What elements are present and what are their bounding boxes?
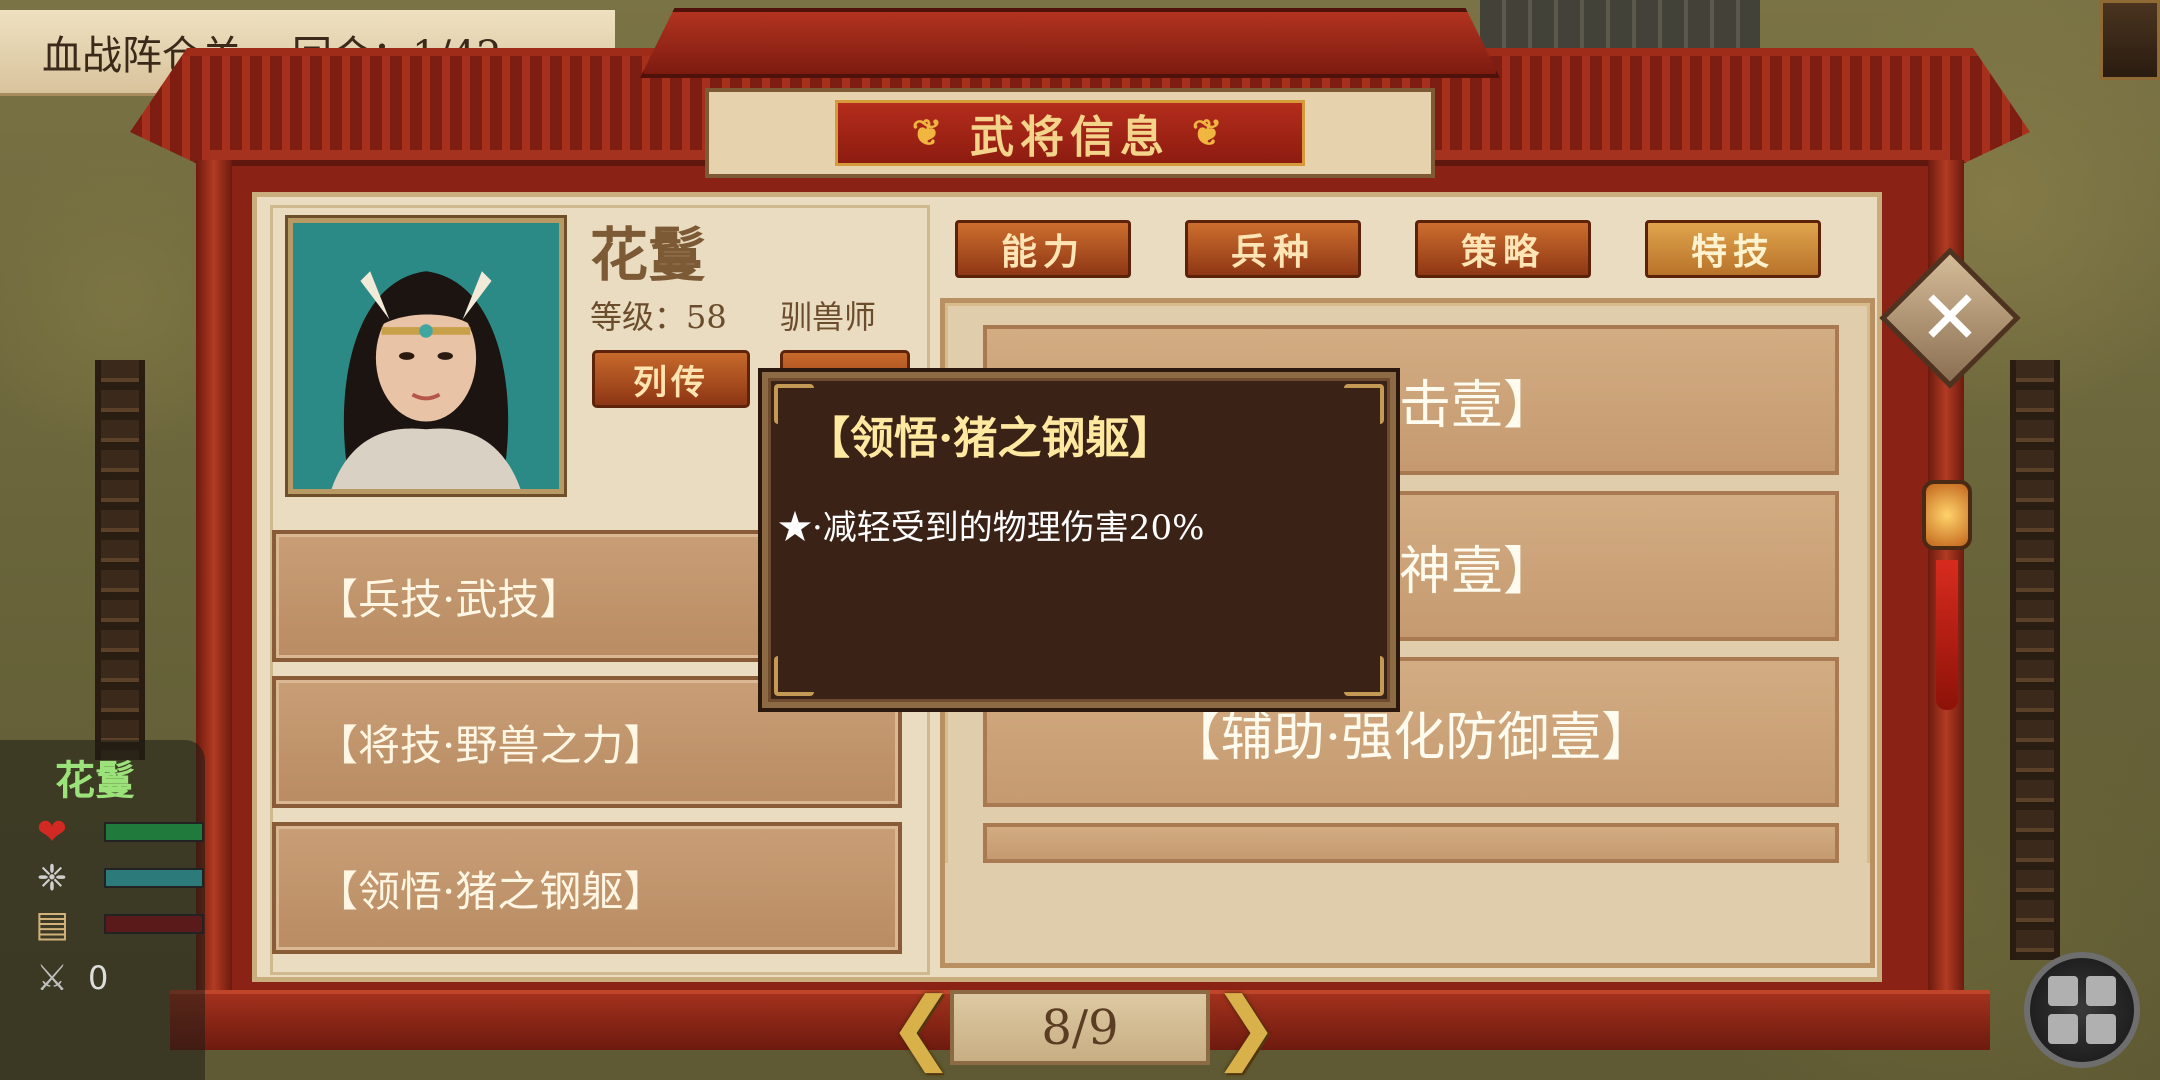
tooltip-description: ★·减轻受到的物理伤害20% <box>778 508 1205 548</box>
list-scroll-fade <box>945 863 1870 963</box>
swirl-ornament-icon: ❦ <box>1192 112 1229 154</box>
map-corner-icon[interactable] <box>2100 0 2160 80</box>
tab-specialty[interactable]: 特技 <box>1645 220 1821 278</box>
next-hero-arrow-icon[interactable]: ❯ <box>1212 987 1279 1067</box>
tooltip-title: 【领悟·猪之钢躯】 <box>806 413 1174 464</box>
panel-title: 武将信息 <box>970 112 1170 163</box>
wooden-fence-right <box>2010 360 2060 960</box>
scroll-icon: ▤ <box>34 903 69 945</box>
panel-title-banner: ❦ 武将信息 ❦ <box>835 100 1305 166</box>
tab-troop-type[interactable]: 兵种 <box>1185 220 1361 278</box>
specialty-slot[interactable] <box>983 823 1839 863</box>
tassel-ornament <box>1936 560 1958 710</box>
exp-row: ▤ <box>30 903 204 945</box>
hp-row: ❤ <box>30 811 204 853</box>
corner-ornament-icon <box>1344 656 1384 696</box>
corner-ornament-icon <box>1344 384 1384 424</box>
page-indicator: 8/9 <box>950 990 1210 1065</box>
grid-icon <box>2048 1014 2078 1044</box>
tab-ability[interactable]: 能力 <box>955 220 1131 278</box>
exp-bar <box>104 914 204 934</box>
corner-ornament-icon <box>774 656 814 696</box>
previous-hero-arrow-icon[interactable]: ❮ <box>888 987 955 1067</box>
grid-icon <box>2048 976 2078 1006</box>
skill-slot-insight[interactable]: 【领悟·猪之钢躯】 <box>272 822 902 954</box>
hero-class: 驯兽师 <box>780 298 877 336</box>
attack-value: 0 <box>88 959 109 997</box>
grid-icon <box>2086 1014 2116 1044</box>
panel-title-plate: ❦ 武将信息 ❦ <box>705 88 1435 178</box>
portrait-image <box>293 223 559 489</box>
skill-tooltip: 【领悟·猪之钢躯】 ★·减轻受到的物理伤害20% <box>762 372 1396 708</box>
attack-row: ⚔ 0 <box>30 957 109 999</box>
mp-bar <box>104 868 204 888</box>
wooden-fence-left <box>95 360 145 760</box>
mp-row: ❈ <box>30 857 204 899</box>
close-x-icon: ✕ <box>1918 274 1982 361</box>
pavilion-roof-crest <box>640 8 1500 78</box>
corner-ornament-icon <box>774 384 814 424</box>
main-menu-button[interactable] <box>2024 952 2140 1068</box>
swirl-ornament-icon: ❦ <box>911 112 948 154</box>
heart-icon: ❤ <box>36 811 68 853</box>
hero-level: 等级：58 <box>590 298 727 336</box>
hp-bar <box>104 822 204 842</box>
hero-name: 花鬘 <box>590 221 707 289</box>
wing-icon: ❈ <box>36 857 68 899</box>
unit-name: 花鬘 <box>55 757 135 804</box>
grid-icon <box>2086 976 2116 1006</box>
tab-strategy[interactable]: 策略 <box>1415 220 1591 278</box>
hero-portrait <box>288 218 564 494</box>
sword-icon: ⚔ <box>35 957 69 999</box>
biography-button[interactable]: 列传 <box>592 350 750 408</box>
lantern-icon <box>1922 480 1972 550</box>
